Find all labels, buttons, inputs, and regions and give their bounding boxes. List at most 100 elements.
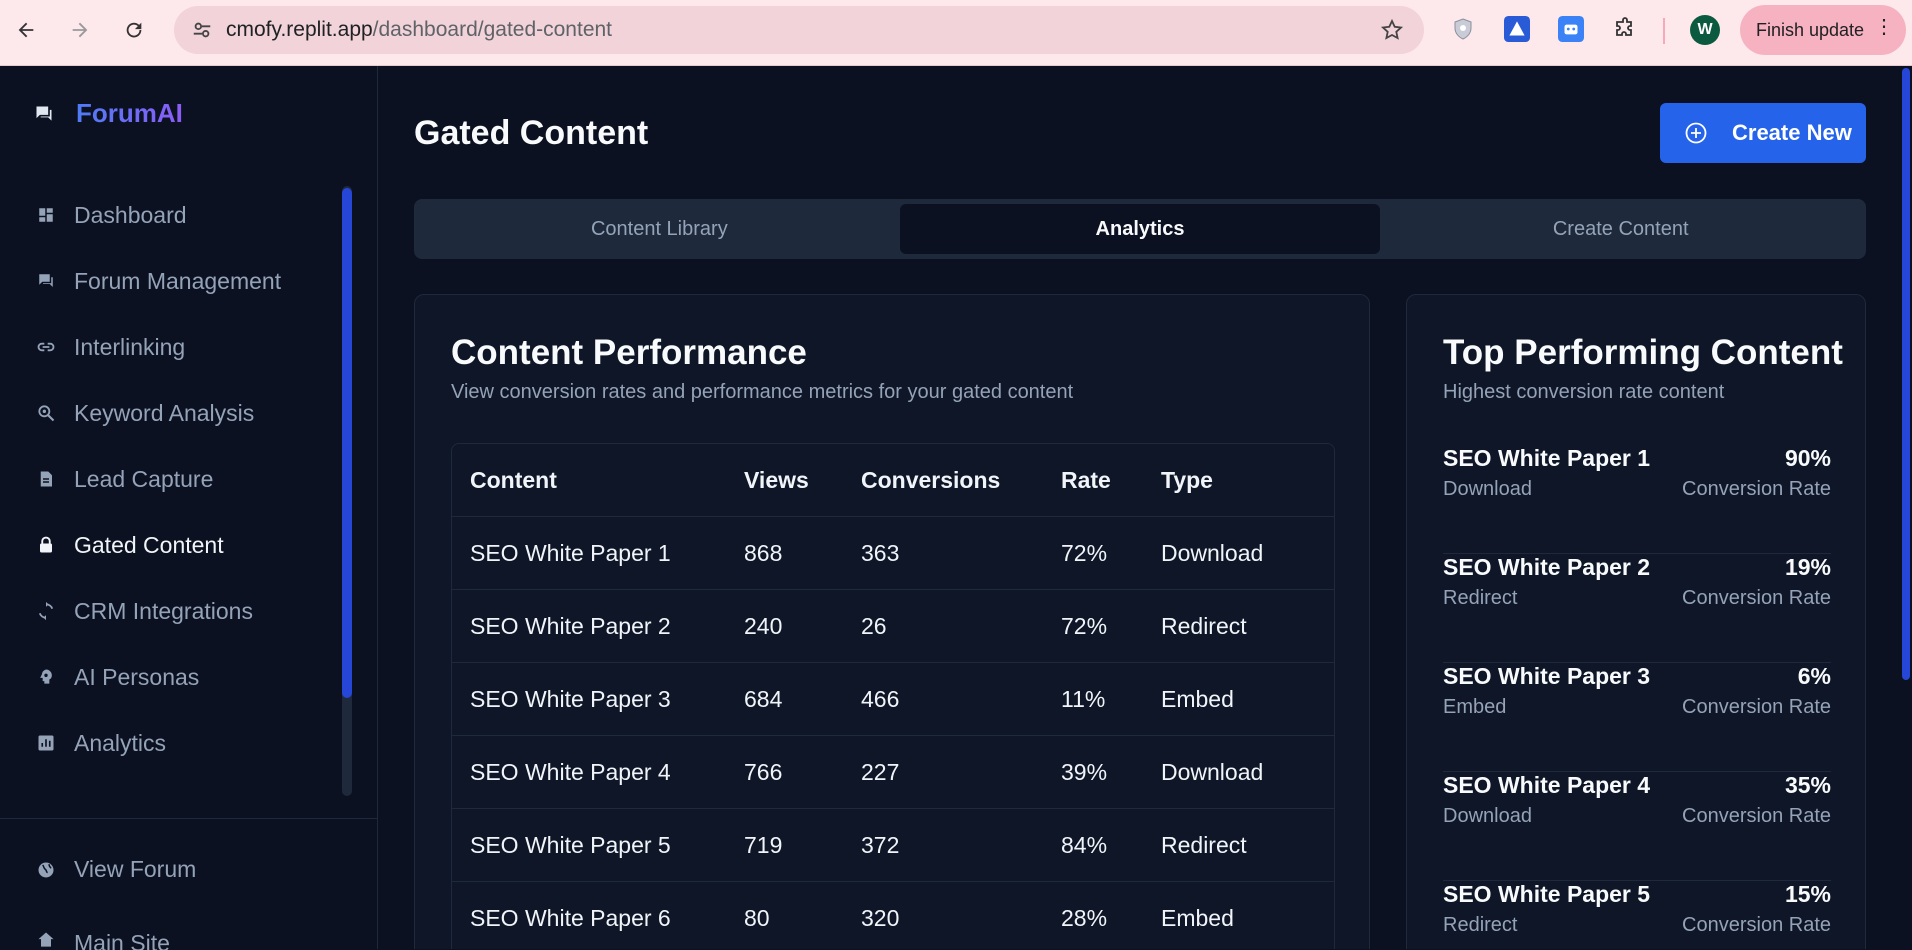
- sidebar-item-label: Interlinking: [74, 333, 186, 360]
- table-row[interactable]: SEO White Paper 6 80 320 28% Embed: [452, 882, 1334, 949]
- link-icon: [36, 337, 56, 357]
- cell-type: Redirect: [1161, 612, 1247, 639]
- sidebar-nav: Dashboard Forum Management Interlinking …: [0, 182, 340, 776]
- cell-type: Redirect: [1161, 831, 1247, 858]
- robot-extension-icon[interactable]: [1556, 14, 1586, 44]
- finish-update-button[interactable]: Finish update ⋮: [1740, 5, 1906, 55]
- keyword-search-icon: [36, 403, 56, 423]
- item-name: SEO White Paper 5: [1443, 881, 1651, 907]
- cell-views: 868: [744, 539, 783, 566]
- item-rate-label: Conversion Rate: [1682, 587, 1831, 609]
- sidebar-item-label: Forum Management: [74, 267, 282, 294]
- finish-update-label: Finish update: [1756, 19, 1865, 40]
- cell-rate: 72%: [1061, 612, 1108, 639]
- column-header[interactable]: Rate: [1061, 467, 1161, 494]
- bookmark-star-icon[interactable]: [1380, 18, 1404, 47]
- table-row[interactable]: SEO White Paper 4 766 227 39% Download: [452, 736, 1334, 809]
- tab-analytics[interactable]: Analytics: [899, 204, 1381, 254]
- table-row[interactable]: SEO White Paper 1 868 363 72% Download: [452, 517, 1334, 590]
- sidebar-item-gated-content[interactable]: Gated Content: [0, 512, 340, 578]
- sidebar-item-main-site[interactable]: Main Site: [36, 930, 170, 950]
- item-name: SEO White Paper 1: [1443, 445, 1651, 471]
- profile-avatar[interactable]: W: [1690, 15, 1720, 45]
- item-rate: 35%: [1784, 772, 1831, 798]
- list-item[interactable]: SEO White Paper 5 15% Redirect Conversio…: [1443, 881, 1831, 949]
- column-header[interactable]: Type: [1161, 467, 1334, 494]
- item-type: Download: [1443, 805, 1532, 827]
- sidebar-item-label: Gated Content: [74, 531, 224, 558]
- sidebar-item-keyword-analysis[interactable]: Keyword Analysis: [0, 380, 340, 446]
- cell-type: Embed: [1161, 685, 1234, 712]
- persona-icon: [36, 667, 56, 687]
- sidebar-scrollbar-thumb[interactable]: [342, 188, 352, 698]
- brand[interactable]: ForumAI: [30, 98, 183, 129]
- triangle-extension-icon[interactable]: [1502, 14, 1532, 44]
- plus-circle-icon: [1684, 121, 1708, 145]
- address-bar[interactable]: cmofy.replit.app/dashboard/gated-content: [174, 6, 1424, 54]
- item-type: Download: [1443, 478, 1532, 500]
- sidebar-item-crm-integrations[interactable]: CRM Integrations: [0, 578, 340, 644]
- cell-content: SEO White Paper 5: [470, 831, 671, 858]
- sidebar-item-forum-management[interactable]: Forum Management: [0, 248, 340, 314]
- cell-conversions: 320: [861, 904, 900, 931]
- tab-content-library[interactable]: Content Library: [419, 204, 900, 254]
- site-info-icon[interactable]: [188, 16, 216, 44]
- cell-content: SEO White Paper 4: [470, 758, 671, 785]
- page-scrollbar-thumb[interactable]: [1902, 68, 1910, 680]
- sidebar-item-dashboard[interactable]: Dashboard: [0, 182, 340, 248]
- item-rate: 19%: [1784, 554, 1831, 580]
- item-name: SEO White Paper 4: [1443, 772, 1651, 798]
- list-item[interactable]: SEO White Paper 3 6% Embed Conversion Ra…: [1443, 663, 1831, 772]
- card-subtitle: Highest conversion rate content: [1443, 381, 1725, 403]
- document-icon: [36, 469, 56, 489]
- page-title: Gated Content: [414, 114, 649, 152]
- column-header[interactable]: Conversions: [861, 467, 1061, 494]
- home-icon: [36, 930, 56, 950]
- url-path: /dashboard/gated-content: [372, 18, 613, 41]
- sidebar-item-view-forum[interactable]: View Forum: [36, 856, 196, 883]
- cell-conversions: 26: [861, 612, 887, 639]
- item-type: Embed: [1443, 696, 1507, 718]
- item-rate-label: Conversion Rate: [1682, 914, 1831, 936]
- item-rate-label: Conversion Rate: [1682, 478, 1831, 500]
- cell-conversions: 466: [861, 685, 900, 712]
- back-arrow-icon[interactable]: [10, 14, 42, 46]
- dashboard-icon: [36, 205, 56, 225]
- cell-content: SEO White Paper 2: [470, 612, 671, 639]
- list-item[interactable]: SEO White Paper 4 35% Download Conversio…: [1443, 772, 1831, 881]
- main-site-label: Main Site: [74, 930, 170, 950]
- cell-content: SEO White Paper 6: [470, 904, 671, 931]
- list-item[interactable]: SEO White Paper 1 90% Download Conversio…: [1443, 445, 1831, 554]
- more-menu-icon[interactable]: ⋮: [1874, 17, 1894, 37]
- create-new-button[interactable]: Create New: [1660, 103, 1866, 163]
- cell-views: 80: [744, 904, 770, 931]
- extensions-puzzle-icon[interactable]: [1610, 14, 1640, 44]
- list-item[interactable]: SEO White Paper 2 19% Redirect Conversio…: [1443, 554, 1831, 663]
- table-row[interactable]: SEO White Paper 3 684 466 11% Embed: [452, 663, 1334, 736]
- cell-views: 684: [744, 685, 783, 712]
- forward-arrow-icon[interactable]: [64, 14, 96, 46]
- sidebar-item-label: Dashboard: [74, 201, 187, 228]
- performance-table: Content Views Conversions Rate Type SEO …: [451, 443, 1335, 949]
- cell-content: SEO White Paper 3: [470, 685, 671, 712]
- cell-views: 240: [744, 612, 783, 639]
- table-row[interactable]: SEO White Paper 5 719 372 84% Redirect: [452, 809, 1334, 882]
- sidebar-item-lead-capture[interactable]: Lead Capture: [0, 446, 340, 512]
- chat-logo-icon: [34, 104, 54, 129]
- column-header[interactable]: Content: [452, 467, 744, 494]
- cell-rate: 72%: [1061, 539, 1108, 566]
- cell-conversions: 363: [861, 539, 900, 566]
- tab-bar: Content Library Analytics Create Content: [414, 199, 1866, 259]
- sidebar-item-ai-personas[interactable]: AI Personas: [0, 644, 340, 710]
- column-header[interactable]: Views: [744, 467, 861, 494]
- cell-views: 719: [744, 831, 783, 858]
- card-title: Top Performing Content: [1443, 333, 1843, 372]
- sidebar-item-analytics[interactable]: Analytics: [0, 710, 340, 776]
- top-content-list: SEO White Paper 1 90% Download Conversio…: [1443, 445, 1831, 949]
- shield-extension-icon[interactable]: [1448, 14, 1478, 44]
- toolbar-separator: [1663, 18, 1665, 44]
- tab-create-content[interactable]: Create Content: [1380, 204, 1861, 254]
- sidebar-item-interlinking[interactable]: Interlinking: [0, 314, 340, 380]
- reload-icon[interactable]: [118, 14, 150, 46]
- table-row[interactable]: SEO White Paper 2 240 26 72% Redirect: [452, 590, 1334, 663]
